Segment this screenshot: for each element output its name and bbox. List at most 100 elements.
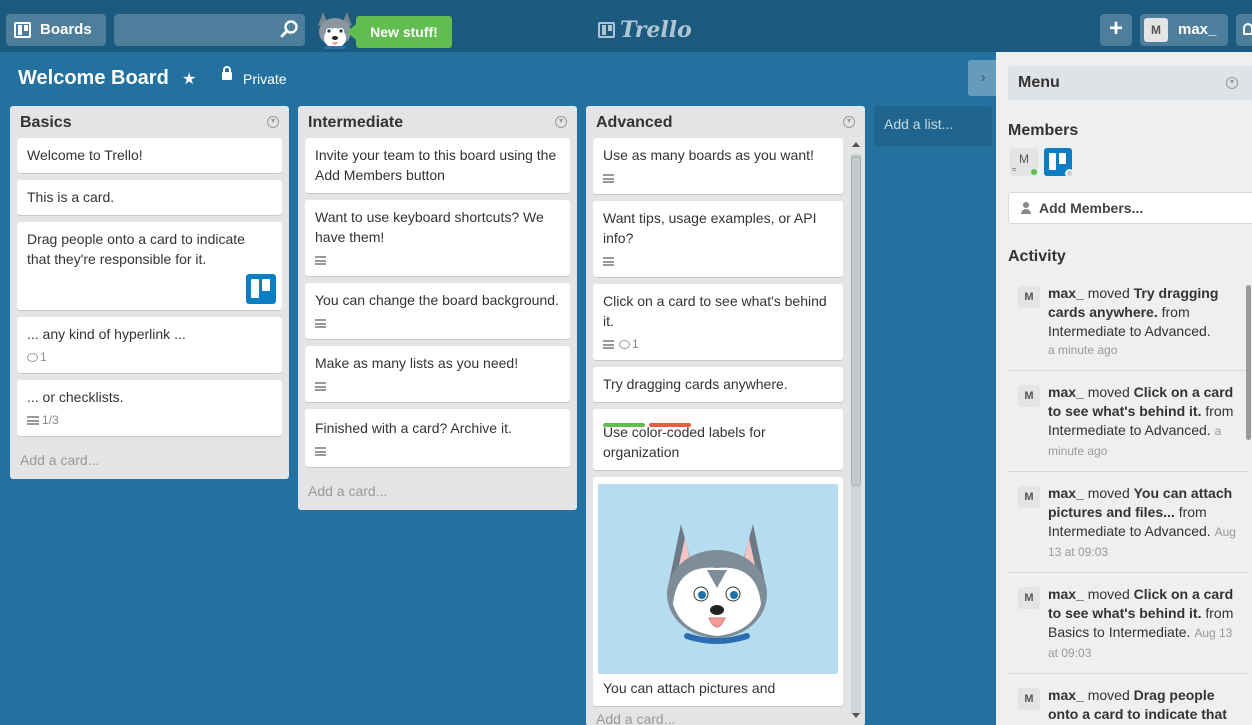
online-status-icon [1031, 169, 1037, 175]
card-title: Want tips, usage examples, or API info? [603, 210, 817, 246]
list-header[interactable]: Advanced [586, 106, 865, 138]
card[interactable]: Use color-coded labels for organization [593, 409, 843, 470]
menu-options-icon[interactable] [1226, 77, 1238, 89]
card[interactable]: ... or checklists. 1/3 [17, 380, 282, 436]
person-icon [1021, 202, 1031, 214]
card[interactable]: This is a card. [17, 180, 282, 215]
add-members-label: Add Members... [1039, 200, 1144, 216]
user-menu-button[interactable]: M max_ [1140, 14, 1228, 46]
scroll-up-arrow-icon[interactable] [852, 142, 860, 147]
member-initial: M [1019, 152, 1029, 166]
logo-text: Trello [620, 17, 692, 43]
card[interactable]: You can attach pictures and [593, 477, 843, 706]
list-menu-icon[interactable] [267, 116, 279, 128]
card[interactable]: Try dragging cards anywhere. [593, 367, 843, 402]
user-avatar: M [1144, 18, 1168, 42]
list-basics: Basics Welcome to Trello! This is a card… [10, 106, 289, 479]
description-icon [315, 447, 326, 457]
activity-user[interactable]: max_ [1048, 485, 1084, 501]
add-list-button[interactable]: Add a list... [874, 106, 992, 146]
list-scrollbar[interactable] [848, 140, 862, 718]
card[interactable]: Want tips, usage examples, or API info? [593, 201, 843, 277]
boards-label: Boards [40, 21, 92, 38]
activity-avatar[interactable]: M [1018, 688, 1040, 710]
card[interactable]: Invite your team to this board using the… [305, 138, 570, 193]
add-card-link[interactable]: Add a card... [10, 443, 289, 479]
list-menu-icon[interactable] [843, 116, 855, 128]
comment-icon [619, 340, 630, 350]
card-title: Try dragging cards anywhere. [603, 376, 788, 392]
add-card-link[interactable]: Add a card... [586, 710, 685, 725]
add-members-button[interactable]: Add Members... [1008, 192, 1252, 224]
search-input[interactable] [114, 14, 305, 46]
activity-avatar[interactable]: M [1018, 486, 1040, 508]
comment-count: 1 [632, 337, 639, 351]
menu-header: Menu [1008, 66, 1252, 100]
activity-title: Activity [1008, 248, 1066, 265]
card[interactable]: Welcome to Trello! [17, 138, 282, 173]
list-menu-icon[interactable] [555, 116, 567, 128]
board-title[interactable]: Welcome Board [18, 67, 169, 90]
card-badges [315, 252, 560, 268]
activity-destination: Advanced. [1144, 523, 1211, 539]
description-icon [315, 382, 326, 392]
list-header[interactable]: Intermediate [298, 106, 577, 138]
card-title: ... or checklists. [27, 389, 124, 405]
sidebar-collapse-button[interactable]: › [968, 60, 998, 96]
card-title: Use as many boards as you want! [603, 147, 814, 163]
card[interactable]: Use as many boards as you want! [593, 138, 843, 194]
activity-destination: Advanced. [1144, 422, 1211, 438]
new-stuff-button[interactable]: New stuff! [347, 16, 452, 48]
privacy-toggle[interactable]: Private [243, 71, 287, 87]
card-title: ... any kind of hyperlink ... [27, 326, 186, 342]
card[interactable]: Click on a card to see what's behind it.… [593, 284, 843, 360]
card-badges: 1/3 [27, 412, 272, 428]
trello-logo[interactable]: Trello [598, 14, 692, 46]
star-icon[interactable]: ★ [182, 69, 196, 89]
sidebar-scrollbar[interactable] [1246, 285, 1251, 440]
description-icon [603, 257, 614, 267]
card[interactable]: You can change the board background. [305, 283, 570, 339]
add-button[interactable]: + [1100, 14, 1132, 46]
list-intermediate: Intermediate Invite your team to this bo… [298, 106, 577, 510]
scroll-down-arrow-icon[interactable] [852, 713, 860, 718]
activity-user[interactable]: max_ [1048, 687, 1084, 703]
board-menu-sidebar: Menu Members M ≈ Add Members... Activity… [996, 52, 1252, 725]
activity-avatar[interactable]: M [1018, 385, 1040, 407]
trello-logo-icon [598, 22, 615, 38]
scroll-thumb[interactable] [851, 156, 861, 486]
description-icon [603, 174, 614, 184]
checklist-icon [27, 416, 39, 426]
card-title: Click on a card to see what's behind it. [603, 293, 827, 329]
card-labels [603, 412, 833, 427]
card[interactable]: Finished with a card? Archive it. [305, 409, 570, 467]
activity-user[interactable]: max_ [1048, 285, 1084, 301]
card[interactable]: ... any kind of hyperlink ... 1 [17, 317, 282, 373]
notifications-button[interactable] [1236, 14, 1252, 46]
card-badges [315, 443, 560, 459]
card-title: Invite your team to this board using the… [315, 147, 557, 183]
admin-rank-icon: ≈ [1012, 165, 1017, 174]
description-icon [603, 340, 614, 350]
activity-item: M max_ moved You can attach pictures and… [1008, 480, 1248, 573]
activity-action: moved [1087, 384, 1130, 400]
list-header[interactable]: Basics [10, 106, 289, 138]
activity-action: moved [1087, 285, 1130, 301]
activity-destination: Intermediate. [1108, 624, 1191, 640]
activity-item: M max_ moved Click on a card to see what… [1008, 581, 1248, 674]
comment-icon [27, 353, 38, 363]
card[interactable]: Drag people onto a card to indicate that… [17, 222, 282, 310]
activity-list: M max_ moved Try dragging cards anywhere… [1008, 280, 1248, 725]
activity-avatar[interactable]: M [1018, 286, 1040, 308]
add-card-link[interactable]: Add a card... [298, 474, 577, 510]
list-title: Basics [20, 114, 72, 131]
boards-button[interactable]: Boards [6, 14, 106, 46]
activity-user[interactable]: max_ [1048, 384, 1084, 400]
activity-avatar[interactable]: M [1018, 587, 1040, 609]
card[interactable]: Make as many lists as you need! [305, 346, 570, 402]
member-avatar[interactable]: M ≈ [1010, 148, 1038, 176]
card[interactable]: Want to use keyboard shortcuts? We have … [305, 200, 570, 276]
trello-member-avatar[interactable] [1044, 148, 1074, 178]
husky-image [598, 484, 838, 674]
activity-user[interactable]: max_ [1048, 586, 1084, 602]
